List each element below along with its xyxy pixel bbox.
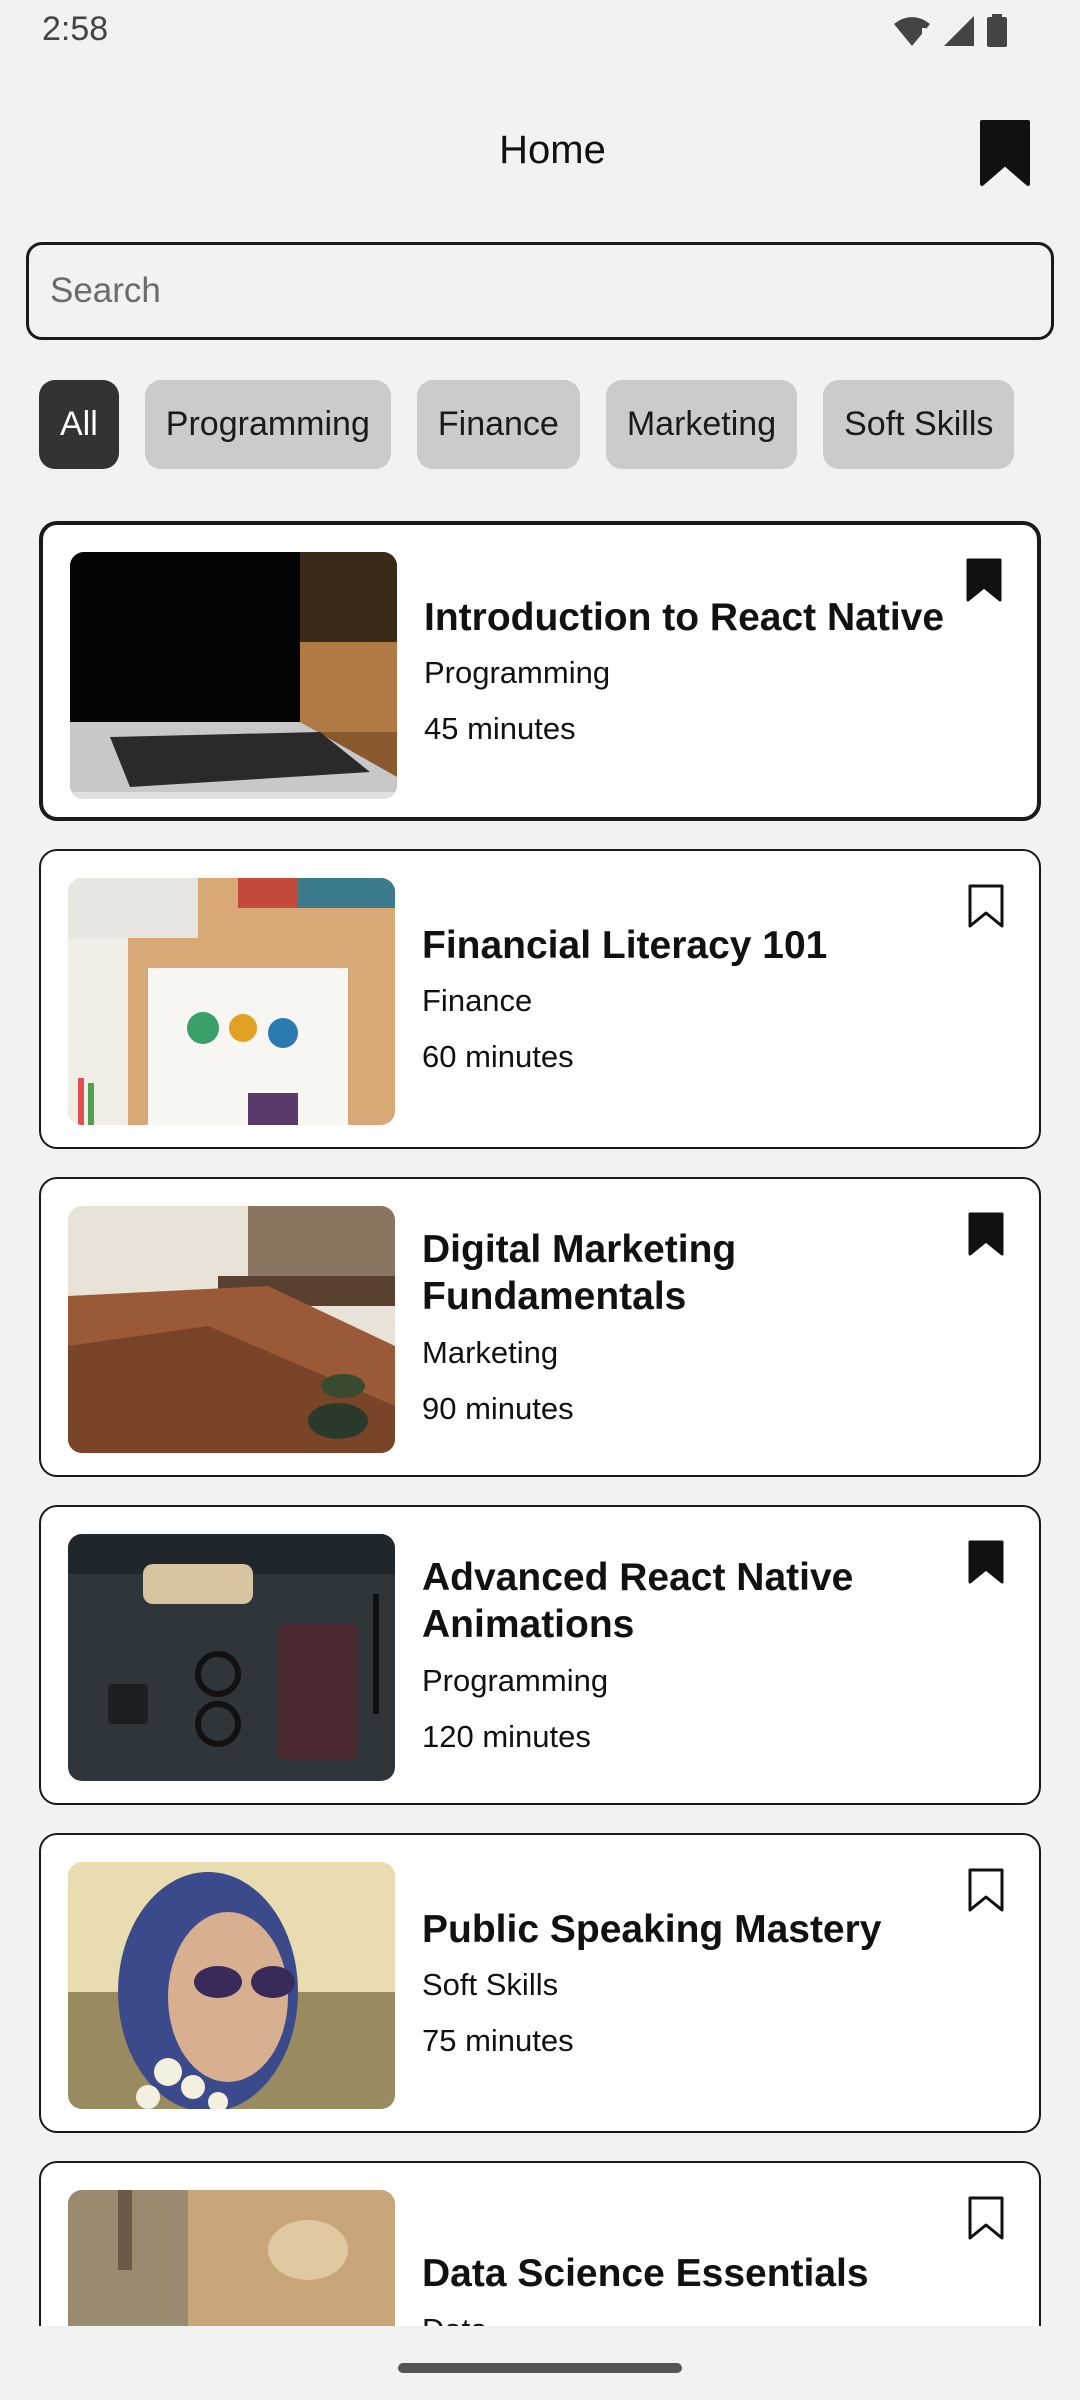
bookmark-filled-icon — [966, 558, 1002, 602]
course-duration: 75 minutes — [422, 2023, 574, 2059]
search-box — [26, 242, 1054, 340]
battery-icon — [986, 14, 1008, 53]
course-thumbnail-blurred-desk — [68, 2190, 395, 2326]
bookmark-toggle[interactable] — [967, 1211, 1005, 1257]
bookmark-outline-icon — [968, 2196, 1004, 2240]
course-list[interactable]: Introduction to React Native Programming… — [39, 521, 1041, 2326]
course-info: Digital Marketing Fundamentals Marketing… — [422, 1179, 999, 1475]
filter-chip-soft-skills[interactable]: Soft Skills — [823, 380, 1015, 469]
course-category: Finance — [422, 983, 533, 1019]
course-title: Introduction to React Native — [424, 595, 945, 639]
app-header: Home — [0, 110, 1080, 200]
course-thumbnail-desk-papers — [68, 878, 395, 1125]
course-info: Advanced React Native Animations Program… — [422, 1507, 999, 1803]
course-card[interactable]: Data Science Essentials Data — [39, 2161, 1041, 2326]
course-thumbnail-cafe-table — [68, 1206, 395, 1453]
course-info: Financial Literacy 101 Finance 60 minute… — [422, 851, 999, 1147]
course-info: Public Speaking Mastery Soft Skills 75 m… — [422, 1835, 999, 2131]
filter-chip-all[interactable]: All — [39, 380, 119, 469]
status-bar: 2:58 — [0, 0, 1080, 62]
bookmark-toggle[interactable] — [967, 1539, 1005, 1585]
course-card[interactable]: Digital Marketing Fundamentals Marketing… — [39, 1177, 1041, 1477]
wifi-icon — [892, 14, 932, 53]
course-thumbnail-dark-desk — [68, 1534, 395, 1781]
filter-chip-marketing[interactable]: Marketing — [605, 380, 798, 469]
status-time: 2:58 — [42, 10, 109, 48]
course-category: Data — [422, 2312, 999, 2326]
course-duration: 60 minutes — [422, 1039, 574, 1075]
course-card[interactable]: Advanced React Native Animations Program… — [39, 1505, 1041, 1805]
course-title: Data Science Essentials — [422, 2252, 869, 2295]
bookmark-toggle[interactable] — [965, 557, 1003, 603]
course-category: Programming — [424, 655, 611, 691]
course-info: Data Science Essentials Data — [422, 2163, 999, 2326]
search-input[interactable] — [29, 245, 1051, 337]
page-title: Home — [499, 128, 606, 172]
course-duration: 120 minutes — [422, 1718, 591, 1754]
category-filter-bar: All Programming Finance Marketing Soft S… — [39, 380, 1015, 469]
gesture-nav-handle[interactable] — [398, 2363, 682, 2373]
bookmark-outline-icon — [968, 1868, 1004, 1912]
bookmark-toggle[interactable] — [967, 1867, 1005, 1913]
bookmark-outline-icon — [968, 884, 1004, 928]
filter-chip-programming[interactable]: Programming — [144, 380, 391, 469]
course-title: Financial Literacy 101 — [422, 923, 828, 967]
bookmark-toggle[interactable] — [967, 2195, 1005, 2241]
bookmark-toggle[interactable] — [967, 883, 1005, 929]
course-category: Marketing — [422, 1334, 559, 1370]
signal-icon — [942, 14, 976, 53]
filter-chip-finance[interactable]: Finance — [416, 380, 580, 469]
course-category: Programming — [422, 1662, 609, 1698]
course-thumbnail-laptop — [70, 552, 397, 799]
course-info: Introduction to React Native Programming… — [424, 525, 997, 817]
status-icons — [892, 14, 1008, 53]
course-card[interactable]: Introduction to React Native Programming… — [39, 521, 1041, 821]
course-thumbnail-woman-sunglasses — [68, 1862, 395, 2109]
course-title: Advanced React Native Animations — [422, 1556, 854, 1646]
course-duration: 90 minutes — [422, 1390, 574, 1426]
course-duration: 45 minutes — [424, 711, 576, 747]
bookmark-filled-icon — [980, 120, 1030, 186]
bookmark-filled-icon — [968, 1540, 1004, 1584]
bookmark-filled-icon — [968, 1212, 1004, 1256]
course-card[interactable]: Financial Literacy 101 Finance 60 minute… — [39, 849, 1041, 1149]
course-category: Soft Skills — [422, 1967, 559, 2003]
bookmarks-button[interactable] — [978, 118, 1032, 188]
course-title: Public Speaking Mastery — [422, 1907, 882, 1951]
course-title: Digital Marketing Fundamentals — [422, 1228, 737, 1318]
course-card[interactable]: Public Speaking Mastery Soft Skills 75 m… — [39, 1833, 1041, 2133]
